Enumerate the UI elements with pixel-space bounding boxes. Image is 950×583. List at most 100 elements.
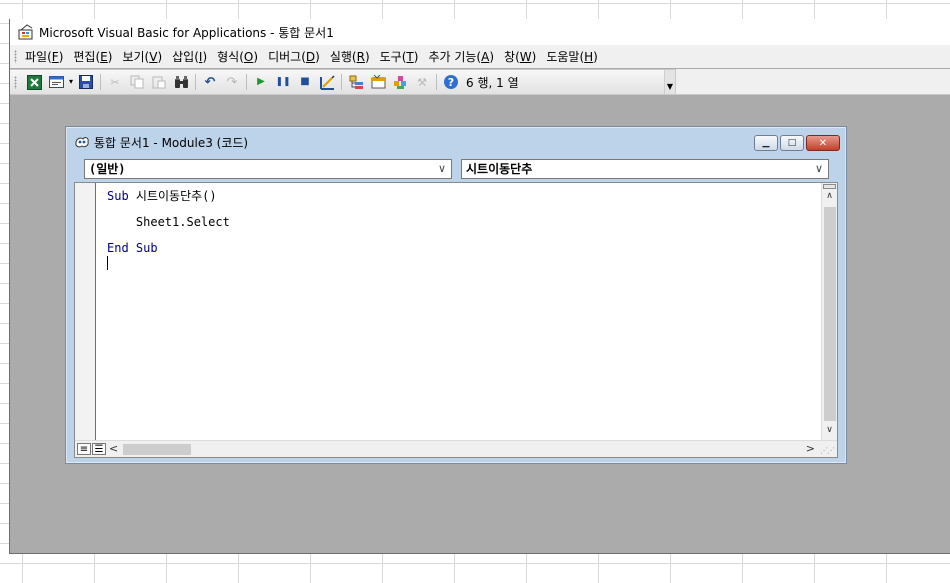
- code-keyword: Sub: [107, 189, 129, 203]
- menu-item-6[interactable]: 디버그(D): [266, 46, 328, 67]
- menu-accelerator-key: I: [198, 50, 203, 64]
- code-window-title: 통합 문서1 - Module3 (코드): [94, 135, 249, 150]
- vbe-main-window: Microsoft Visual Basic for Applications …: [9, 19, 950, 554]
- scroll-right-icon[interactable]: >: [806, 442, 815, 455]
- object-combo-value: (일반): [89, 162, 126, 176]
- code-window-title-bar[interactable]: 통합 문서1 - Module3 (코드) ▁ □ ✕: [66, 127, 846, 157]
- code-text-area[interactable]: Sub 시트이동단추() Sheet1.Select End Sub: [97, 183, 821, 441]
- split-bar-handle[interactable]: [823, 184, 836, 189]
- horizontal-scroll-thumb[interactable]: [123, 444, 191, 455]
- resize-grip-icon[interactable]: ⋰⋰: [820, 446, 835, 455]
- toolbox-icon[interactable]: ⚒: [413, 73, 431, 91]
- toolbar-separator: [195, 74, 196, 90]
- minimize-button[interactable]: ▁: [754, 135, 778, 151]
- run-icon[interactable]: ▶: [252, 73, 270, 91]
- menubar-grip-icon[interactable]: [14, 50, 17, 63]
- menu-accelerator-key: E: [100, 50, 108, 64]
- menu-accelerator-key: V: [149, 50, 158, 64]
- object-combo[interactable]: (일반) ∨: [84, 159, 452, 179]
- svg-text:?: ?: [448, 76, 454, 89]
- menu-accelerator-key: T: [406, 50, 414, 64]
- menu-item-label: 보기: [122, 50, 145, 64]
- menu-item-11[interactable]: 도움말(H): [544, 46, 606, 67]
- standard-toolbar: ▾ ✂ ↶ ↷ ▶ ❚❚ ■ ⚒ ? 6 행, 1 열 ▼: [10, 69, 676, 95]
- menu-accelerator-key: A: [481, 50, 490, 64]
- menu-item-1[interactable]: 파일(F): [23, 46, 71, 67]
- menu-accelerator-key: O: [243, 50, 254, 64]
- menu-item-5[interactable]: 형식(O): [215, 46, 266, 67]
- menu-item-2[interactable]: 편집(E): [71, 46, 120, 67]
- menu-item-4[interactable]: 삽입(I): [170, 46, 215, 67]
- menu-item-label: 도움말: [546, 50, 580, 64]
- menu-item-8[interactable]: 도구(T): [378, 46, 427, 67]
- vba-app-icon: [18, 24, 33, 40]
- design-mode-icon[interactable]: [318, 73, 336, 91]
- code-line: Sub 시트이동단추(): [107, 183, 821, 209]
- maximize-button[interactable]: □: [780, 135, 804, 151]
- module-code-icon: [75, 137, 89, 148]
- find-icon[interactable]: [172, 73, 190, 91]
- menu-item-label: 파일: [25, 50, 48, 64]
- chevron-down-icon[interactable]: ∨: [438, 160, 446, 178]
- code-editor[interactable]: Sub 시트이동단추() Sheet1.Select End Sub ∧ ∨ ≡ …: [74, 182, 838, 458]
- menu-item-label: 삽입: [172, 50, 195, 64]
- vertical-scroll-thumb[interactable]: [824, 207, 836, 421]
- scroll-left-icon[interactable]: <: [109, 442, 118, 455]
- menu-item-3[interactable]: 보기(V): [120, 46, 170, 67]
- scroll-down-icon[interactable]: ∨: [822, 425, 837, 439]
- menu-item-10[interactable]: 창(W): [502, 46, 544, 67]
- toolbar-empty-area: [676, 69, 950, 95]
- code-window[interactable]: 통합 문서1 - Module3 (코드) ▁ □ ✕ (일반) ∨ 시트이동단…: [65, 126, 847, 464]
- window-title: Microsoft Visual Basic for Applications …: [39, 25, 334, 40]
- menu-item-label: 디버그: [268, 50, 302, 64]
- cut-icon[interactable]: ✂: [106, 73, 124, 91]
- toolbar-separator: [341, 74, 342, 90]
- menu-accelerator-key: F: [51, 50, 59, 64]
- excel-view-icon[interactable]: [25, 73, 43, 91]
- insert-module-icon[interactable]: [47, 73, 65, 91]
- code-line: [107, 255, 821, 270]
- paste-icon[interactable]: [150, 73, 168, 91]
- redo-icon[interactable]: ↷: [223, 73, 241, 91]
- menu-item-label: 추가 기능: [428, 50, 477, 64]
- scroll-up-icon[interactable]: ∧: [822, 191, 837, 205]
- menu-item-7[interactable]: 실행(R): [328, 46, 378, 67]
- menu-item-label: 도구: [379, 50, 402, 64]
- procedure-combo-value: 시트이동단추: [466, 162, 533, 176]
- insert-dropdown-icon[interactable]: ▾: [67, 73, 75, 91]
- menu-accelerator-key: R: [356, 50, 365, 64]
- menu-item-label: 형식: [217, 50, 240, 64]
- procedure-view-icon[interactable]: ≡: [77, 443, 91, 455]
- procedure-combo[interactable]: 시트이동단추 ∨: [461, 159, 829, 179]
- save-icon[interactable]: [77, 73, 95, 91]
- code-keyword: Sub: [135, 241, 158, 255]
- full-module-view-icon[interactable]: ☰: [92, 443, 106, 455]
- project-explorer-icon[interactable]: [347, 73, 365, 91]
- reset-icon[interactable]: ■: [296, 73, 314, 91]
- undo-icon[interactable]: ↶: [201, 73, 219, 91]
- code-line: Sheet1.Select: [107, 215, 230, 229]
- title-bar: Microsoft Visual Basic for Applications …: [10, 19, 950, 45]
- menu-accelerator-key: D: [305, 50, 316, 64]
- horizontal-scrollbar[interactable]: ≡ ☰ < > ⋰⋰: [75, 440, 837, 457]
- break-icon[interactable]: ❚❚: [274, 73, 292, 91]
- menu-item-label: 편집: [73, 50, 96, 64]
- chevron-down-icon[interactable]: ∨: [815, 160, 823, 178]
- menu-item-label: 창: [504, 50, 516, 64]
- properties-icon[interactable]: [369, 73, 387, 91]
- toolbar-options-chevron-icon[interactable]: ▼: [664, 70, 675, 94]
- toolbar-separator: [100, 74, 101, 90]
- object-browser-icon[interactable]: [391, 73, 409, 91]
- copy-icon[interactable]: [128, 73, 146, 91]
- code-keyword: End: [107, 241, 129, 255]
- toolbar-grip-icon[interactable]: [14, 75, 17, 89]
- close-button[interactable]: ✕: [806, 135, 840, 151]
- menu-item-9[interactable]: 추가 기능(A): [426, 46, 502, 67]
- menu-accelerator-key: W: [519, 50, 532, 64]
- margin-indicator-bar[interactable]: [75, 183, 96, 441]
- text-caret: [107, 255, 108, 270]
- help-icon[interactable]: ?: [442, 73, 460, 91]
- vertical-scrollbar[interactable]: ∧ ∨: [821, 183, 837, 441]
- toolbar-separator: [436, 74, 437, 90]
- cursor-position-readout: 6 행, 1 열: [466, 75, 519, 90]
